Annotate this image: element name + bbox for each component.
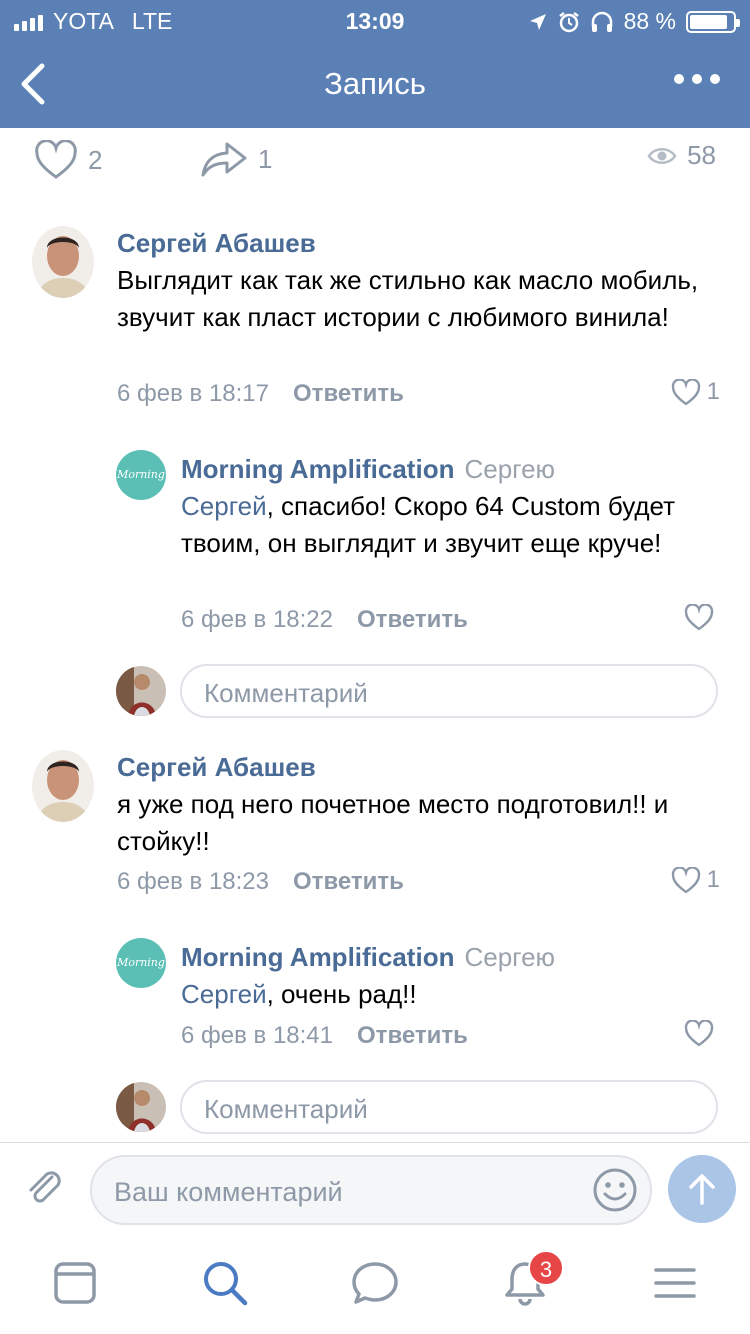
send-button[interactable] — [668, 1155, 736, 1223]
tab-menu-icon[interactable] — [650, 1258, 700, 1308]
comment-likes-count: 1 — [706, 378, 720, 405]
reply-comment-input[interactable]: Комментарий — [180, 1080, 718, 1134]
navbar: Запись — [0, 40, 750, 128]
comment-author[interactable]: Сергей Абашев — [117, 752, 316, 783]
comment-author[interactable]: Сергей Абашев — [117, 228, 316, 259]
likes-count: 2 — [88, 144, 103, 175]
share-button[interactable]: 1 — [200, 140, 272, 178]
comment-author[interactable]: Morning Amplification Сергею — [181, 454, 555, 485]
reply-to: Сергею — [464, 942, 556, 972]
comment-author[interactable]: Morning Amplification Сергею — [181, 942, 555, 973]
reply-comment-input[interactable]: Комментарий — [180, 664, 718, 718]
location-icon — [529, 13, 546, 30]
reply-button[interactable]: Ответить — [357, 606, 468, 633]
reply-button[interactable]: Ответить — [293, 380, 404, 407]
avatar[interactable]: Morning — [116, 938, 166, 988]
shares-count: 1 — [258, 143, 273, 174]
comment-date: 6 фев в 18:22 — [181, 606, 334, 633]
my-avatar — [116, 1082, 166, 1132]
comment-meta: 6 фев в 18:17 Ответить — [117, 380, 404, 408]
comment-meta: 6 фев в 18:41 Ответить — [181, 1022, 468, 1050]
avatar[interactable] — [32, 226, 94, 298]
comment-input[interactable]: Ваш комментарий — [90, 1155, 652, 1225]
tab-search-icon[interactable] — [200, 1258, 250, 1308]
comment-input-bar: Ваш комментарий — [0, 1142, 750, 1236]
headphones-icon — [591, 11, 612, 32]
comment-like-button[interactable]: 1 — [671, 378, 720, 406]
comment-date: 6 фев в 18:23 — [117, 868, 270, 895]
arrow-up-icon — [689, 1174, 715, 1205]
status-bar: YOTA LTE 13:09 88 % — [0, 0, 750, 40]
views-count: 58 — [687, 140, 716, 170]
eye-icon — [647, 147, 677, 164]
comment-meta: 6 фев в 18:23 Ответить — [117, 868, 404, 896]
header: YOTA LTE 13:09 88 % Запись — [0, 0, 750, 128]
tab-messages-icon[interactable] — [350, 1258, 400, 1308]
comment-like-button[interactable]: 1 — [671, 866, 720, 894]
avatar[interactable]: Morning — [116, 450, 166, 500]
reply-button[interactable]: Ответить — [357, 1022, 468, 1049]
more-dots-icon[interactable] — [674, 74, 720, 84]
heart-icon — [684, 1020, 714, 1047]
comment-text: я уже под него почетное место подготовил… — [117, 789, 669, 856]
page-title: Запись — [324, 66, 426, 101]
heart-icon — [671, 866, 700, 893]
like-button[interactable]: 2 — [34, 140, 102, 180]
views-indicator: 58 — [647, 140, 716, 171]
comment-text: Сергей, очень рад!! — [181, 979, 417, 1009]
reply-to: Сергею — [464, 454, 556, 484]
comment-likes-count: 1 — [706, 866, 720, 893]
comment-meta: 6 фев в 18:22 Ответить — [181, 606, 468, 634]
tab-bar: 3 — [0, 1236, 750, 1334]
heart-icon — [35, 140, 77, 179]
share-arrow-icon — [201, 142, 247, 177]
battery-icon — [686, 10, 740, 33]
heart-icon — [684, 604, 714, 631]
avatar[interactable] — [32, 750, 94, 822]
comment-text: Сергей, спасибо! Скоро 64 Custom будет т… — [181, 491, 676, 558]
brand-logo-text: Morning — [117, 956, 165, 969]
my-avatar — [116, 666, 166, 716]
brand-logo-text: Morning — [117, 468, 165, 481]
comment-date: 6 фев в 18:41 — [181, 1022, 334, 1049]
comment-text: Выглядит как так же стильно как масло мо… — [117, 265, 699, 332]
comment-date: 6 фев в 18:17 — [117, 380, 270, 407]
comment-like-button[interactable] — [684, 1020, 720, 1047]
tab-news-icon[interactable] — [50, 1258, 100, 1308]
battery-percent: 88 % — [623, 8, 676, 34]
alarm-icon — [558, 11, 579, 32]
reply-button[interactable]: Ответить — [293, 868, 404, 895]
post-stats: 2 1 58 — [0, 128, 750, 198]
mention-link[interactable]: Сергей — [181, 491, 267, 521]
heart-icon — [671, 378, 700, 405]
notifications-badge: 3 — [528, 1250, 564, 1286]
emoji-smile-icon[interactable] — [592, 1167, 638, 1213]
comment-input-placeholder: Ваш комментарий — [114, 1177, 343, 1207]
mention-link[interactable]: Сергей — [181, 979, 267, 1009]
paperclip-icon[interactable] — [22, 1165, 66, 1209]
comment-like-button[interactable] — [684, 604, 720, 631]
